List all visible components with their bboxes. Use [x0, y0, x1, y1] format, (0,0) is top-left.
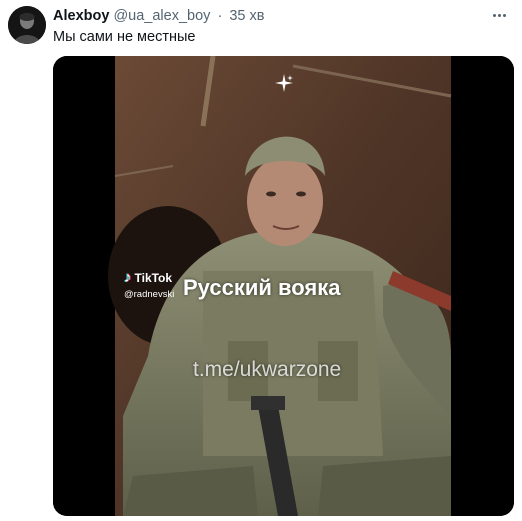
tweet-text: Мы сами не местные	[53, 29, 196, 45]
video-caption: Русский вояка	[183, 275, 341, 300]
more-options-button[interactable]	[488, 6, 510, 24]
user-avatar[interactable]	[8, 6, 46, 44]
tweet-card[interactable]: Alexboy @ua_alex_boy · 35 хв Мы сами не …	[0, 0, 522, 521]
tiktok-brand: TikTok	[134, 270, 173, 285]
tweet-header: Alexboy @ua_alex_boy · 35 хв	[53, 7, 264, 25]
more-dot	[497, 13, 501, 17]
user-handle[interactable]: @ua_alex_boy	[113, 8, 210, 24]
more-dot	[502, 13, 506, 17]
more-horizontal-icon	[492, 13, 496, 17]
tweet-media-video[interactable]: ♪ TikTok @radnevski Русский вояка t.me/u…	[53, 56, 514, 516]
tiktok-logo: ♪ TikTok	[124, 269, 172, 286]
display-name[interactable]: Alexboy	[53, 8, 109, 24]
tweet-timestamp[interactable]: 35 хв	[229, 8, 264, 24]
sparkle-icon	[275, 74, 293, 92]
separator: ·	[217, 8, 223, 24]
tiktok-icon: ♪	[124, 269, 132, 286]
channel-watermark: t.me/ukwarzone	[193, 358, 342, 381]
avatar-image	[8, 6, 46, 44]
tiktok-username: @radnevski	[124, 289, 175, 300]
